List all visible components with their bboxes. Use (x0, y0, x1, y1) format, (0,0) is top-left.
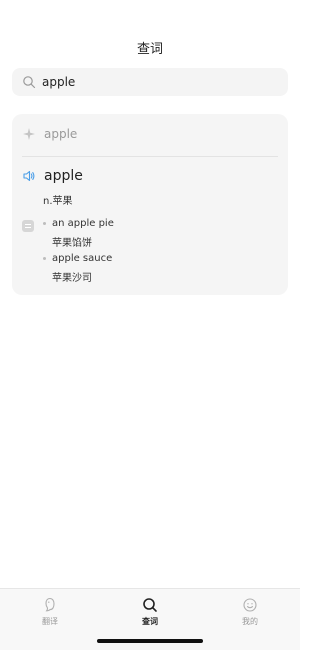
definition: n.苹果 (43, 196, 73, 207)
sparkle-icon (23, 128, 35, 140)
word-text: apple (44, 168, 83, 184)
home-indicator[interactable] (97, 639, 203, 643)
tab-lookup[interactable]: 查词 (120, 597, 180, 627)
divider (22, 156, 278, 157)
page-title: 查词 (136, 42, 163, 57)
phrase-cn: 苹果沙司 (52, 273, 92, 284)
phrase-icon (22, 220, 34, 232)
tab-label: 翻译 (42, 617, 58, 626)
phrase-cn: 苹果馅饼 (52, 238, 92, 249)
word-headline: apple (22, 168, 83, 184)
phrase-item: an apple pie 苹果馅饼 (43, 218, 114, 249)
tab-label: 查词 (142, 617, 158, 626)
speaker-icon[interactable] (22, 169, 36, 183)
smiley-icon (243, 598, 257, 612)
search-input-value: apple (42, 75, 76, 89)
phrase-en: an apple pie (52, 218, 114, 229)
tab-translate[interactable]: 翻译 (20, 597, 80, 627)
translate-icon (45, 597, 55, 612)
tab-label: 我的 (242, 617, 258, 626)
phrase-en: apple sauce (52, 253, 113, 264)
search-icon (23, 76, 36, 89)
suggestion-text: apple (44, 127, 78, 141)
suggestion-item[interactable]: apple (22, 126, 77, 142)
search-icon (143, 598, 157, 612)
tab-profile[interactable]: 我的 (220, 597, 280, 627)
phrase-item: apple sauce 苹果沙司 (43, 253, 112, 284)
bullet (43, 222, 46, 225)
result-card: apple apple n.苹果 an apple pie 苹果馅饼 apple… (12, 114, 288, 295)
bullet (43, 257, 46, 260)
search-input[interactable]: apple (12, 68, 288, 96)
